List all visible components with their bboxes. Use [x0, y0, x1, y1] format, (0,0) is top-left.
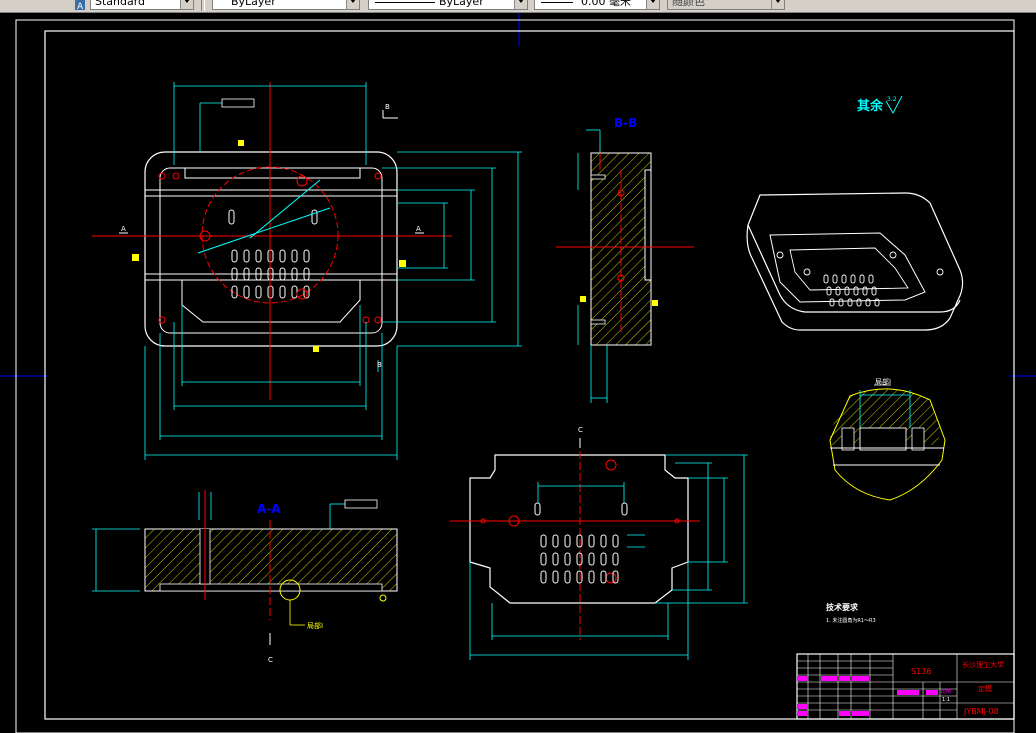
- drawing-number: JYBMJ-08: [963, 707, 999, 716]
- section-aa-label: A-A: [257, 502, 281, 516]
- cut-label-b-top: B: [385, 103, 390, 111]
- tech-req-title: 技术要求: [826, 602, 859, 612]
- isometric-view: [746, 192, 964, 331]
- tech-req-item: 1. 未注圆角为R1～R3: [826, 617, 876, 624]
- part-code: S136: [911, 667, 931, 676]
- main-plan-view: A A B B: [92, 82, 522, 460]
- bottom-view: C: [450, 426, 748, 660]
- section-bb-view: B-B: [556, 116, 694, 403]
- toolbar-separator: [201, 0, 205, 11]
- scale-label: 比例: [941, 688, 951, 695]
- linetype-value: ByLayer: [439, 0, 484, 8]
- chevron-down-icon[interactable]: [180, 0, 193, 9]
- drawing-frame-outer: [15, 19, 1015, 733]
- school-name: 长沙理工大学: [962, 660, 1004, 669]
- roughness-value: 3.2: [887, 96, 897, 103]
- lineweight-value: 0.00 毫米: [581, 0, 631, 8]
- cut-label-a-right: A: [416, 225, 421, 233]
- roughness-label: 其余: [857, 98, 884, 114]
- section-bb-label: B-B: [614, 116, 637, 130]
- lineweight-select[interactable]: 0.00 毫米: [534, 0, 660, 10]
- linetype-sample-icon: [375, 2, 435, 3]
- layer-value: ByLayer: [231, 0, 276, 8]
- cad-drawing-canvas[interactable]: A A B B B-B A-A 局部I C C 其余 3.2 局部I 技术要求 …: [0, 13, 1036, 733]
- plot-style-select[interactable]: 随颜色: [667, 0, 785, 10]
- chevron-down-icon[interactable]: [646, 0, 659, 9]
- linetype-select[interactable]: ByLayer: [368, 0, 528, 10]
- text-style-value: Standard: [95, 0, 146, 8]
- detail-view-i: 局部I: [829, 377, 946, 501]
- title-block: S136 长沙理工大学 定模 JYBMJ-08 比例 1:1: [796, 653, 1015, 720]
- cut-label-a-left: A: [121, 225, 126, 233]
- roughness-note: 其余 3.2: [857, 95, 903, 115]
- technical-requirements: 技术要求 1. 未注圆角为R1～R3: [826, 602, 876, 624]
- section-aa-view: A-A 局部I C: [92, 490, 398, 664]
- drawing-frame-inner: [44, 30, 1015, 720]
- plot-style-value: 随颜色: [672, 0, 705, 8]
- scale-value: 1:1: [942, 697, 950, 703]
- part-name: 定模: [978, 684, 992, 693]
- cut-label-b-bottom: B: [377, 361, 382, 369]
- text-style-icon[interactable]: A: [74, 0, 86, 12]
- cad-toolbar: A Standard ByLayer ByLayer 0.00 毫米 随颜色: [0, 0, 1036, 13]
- svg-text:A: A: [77, 2, 84, 11]
- chevron-down-icon[interactable]: [771, 0, 784, 9]
- lineweight-sample-icon: [541, 2, 573, 3]
- text-style-select[interactable]: Standard: [90, 0, 194, 10]
- cut-label-c-top: C: [578, 426, 583, 434]
- chevron-down-icon[interactable]: [346, 0, 359, 9]
- layer-select[interactable]: ByLayer: [212, 0, 360, 10]
- cut-label-c-bottom: C: [268, 656, 273, 664]
- detail-callout: 局部I: [307, 621, 323, 630]
- chevron-down-icon[interactable]: [514, 0, 527, 9]
